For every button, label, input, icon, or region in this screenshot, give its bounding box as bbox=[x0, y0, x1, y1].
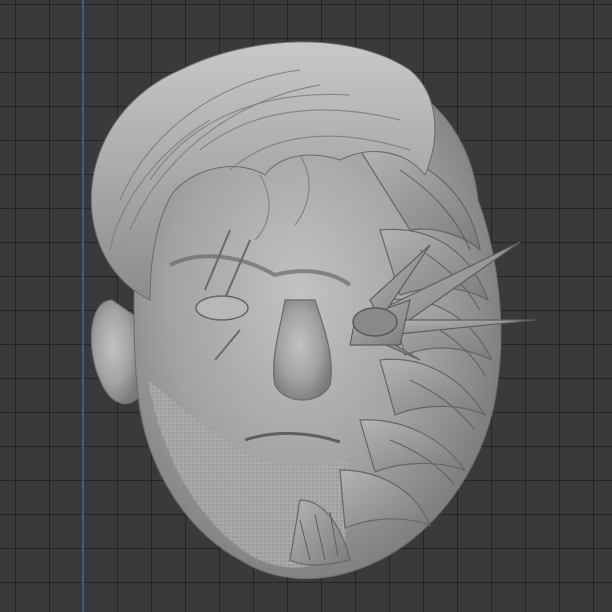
head-sculpt-render bbox=[90, 41, 536, 580]
left-ear bbox=[90, 299, 141, 405]
left-eye bbox=[195, 295, 249, 321]
cyber-eye-socket bbox=[352, 307, 398, 337]
sculpt-model[interactable] bbox=[0, 0, 612, 612]
3d-viewport[interactable] bbox=[0, 0, 612, 612]
